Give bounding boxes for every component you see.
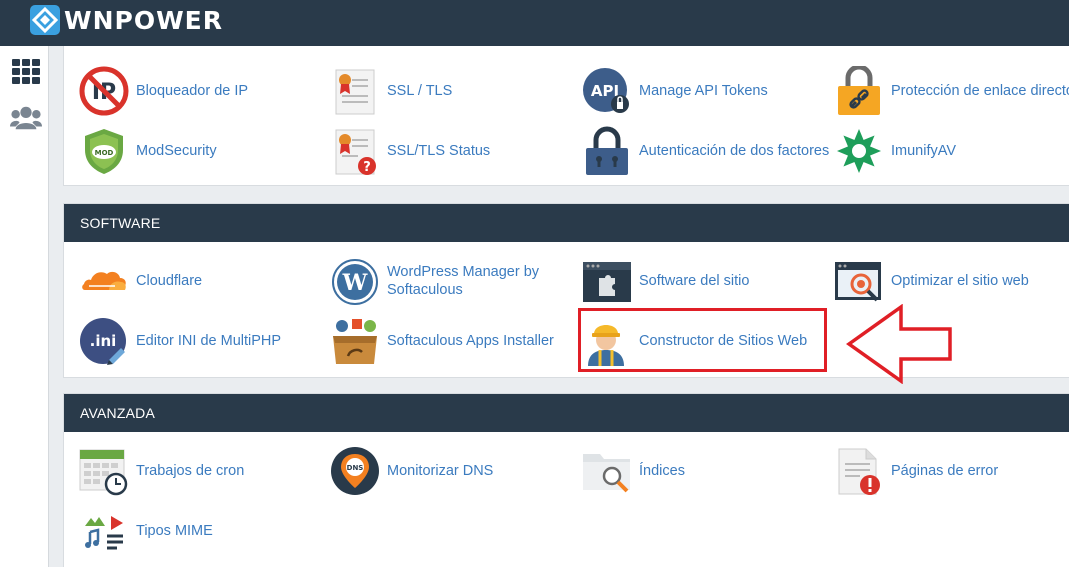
ip-blocker-label: Bloqueador de IP [136,83,249,99]
hotlink-protection-label: Protección de enlace directo [891,83,1069,99]
ip-blocker-icon: IP [79,66,129,116]
ip-blocker-link[interactable]: IP Bloqueador de IP [79,66,248,116]
site-software-link[interactable]: Software del sitio [582,256,749,306]
multiphp-ini-editor-label: Editor INI de MultiPHP [136,333,282,349]
optimize-gear-icon [834,256,884,306]
svg-text:MOD: MOD [95,149,114,157]
mime-types-link[interactable]: Tipos MIME [79,506,213,556]
ssl-tls-link[interactable]: SSL / TLS [330,66,452,116]
imunifyav-label: ImunifyAV [891,143,957,159]
modsecurity-link[interactable]: MOD ModSecurity [79,126,217,176]
users-icon[interactable] [10,102,42,134]
modsecurity-shield-icon: MOD [79,126,129,176]
brand-logo[interactable]: WNPOWER [30,5,223,35]
svg-text:W: W [342,270,368,296]
error-pages-link[interactable]: Páginas de error [834,446,998,496]
mime-types-icon [79,506,129,556]
hotlink-protection-link[interactable]: Protección de enlace directo [834,66,1069,116]
modsecurity-label: ModSecurity [136,143,217,159]
error-page-icon [834,446,884,496]
softaculous-apps-link[interactable]: Softaculous Apps Installer [330,316,554,366]
wordpress-icon: W [330,256,380,306]
sidebar [0,46,49,567]
dns-monitor-link[interactable]: DNS Monitorizar DNS [330,446,493,496]
indexes-label: Índices [639,463,685,479]
imunifyav-link[interactable]: ImunifyAV [834,126,956,176]
ssl-status-icon: ? [330,126,380,176]
site-software-label: Software del sitio [639,273,750,289]
cloudflare-link[interactable]: Cloudflare [79,256,202,306]
optimize-website-link[interactable]: Optimizar el sitio web [834,256,1029,306]
optimize-website-label: Optimizar el sitio web [891,273,1029,289]
highlight-box [578,308,827,372]
two-factor-auth-label: Autenticación de dos factores [639,143,830,159]
brand-logo-icon [30,5,60,35]
padlock-icon [582,126,632,176]
software-panel-title: SOFTWARE [64,204,1069,242]
api-key-icon: API [582,66,632,116]
top-bar: WNPOWER [0,0,1069,46]
cloudflare-icon [79,256,129,306]
svg-text:DNS: DNS [347,464,364,472]
folder-search-icon [582,446,632,496]
ssl-tls-status-link[interactable]: ? SSL/TLS Status [330,126,490,176]
dns-pin-icon: DNS [330,446,380,496]
dns-monitor-label: Monitorizar DNS [387,463,494,479]
svg-text:?: ? [363,160,371,175]
ssl-certificate-icon [330,66,380,116]
hotlink-lock-icon [834,66,884,116]
calendar-clock-icon [79,446,129,496]
softaculous-box-icon [330,316,380,366]
softaculous-apps-label: Softaculous Apps Installer [387,333,554,349]
mime-types-label: Tipos MIME [136,523,213,539]
pointer-arrow-icon [845,303,956,389]
svg-text:.ini: .ini [90,332,117,350]
puzzle-window-icon [582,256,632,306]
imunify-icon [834,126,884,176]
brand-name: WNPOWER [64,5,223,35]
cron-jobs-label: Trabajos de cron [136,463,245,479]
indexes-link[interactable]: Índices [582,446,685,496]
cron-jobs-link[interactable]: Trabajos de cron [79,446,244,496]
ssl-tls-label: SSL / TLS [387,83,453,99]
manage-api-tokens-label: Manage API Tokens [639,83,768,99]
grid-icon[interactable] [10,56,42,88]
ssl-tls-status-label: SSL/TLS Status [387,143,491,159]
wordpress-manager-link[interactable]: W WordPress Manager by Softaculous [330,256,552,306]
cloudflare-label: Cloudflare [136,273,203,289]
manage-api-tokens-link[interactable]: API Manage API Tokens [582,66,768,116]
multiphp-ini-editor-link[interactable]: .ini Editor INI de MultiPHP [79,316,281,366]
ini-editor-icon: .ini [79,316,129,366]
two-factor-auth-link[interactable]: Autenticación de dos factores [582,126,829,176]
advanced-panel-title: AVANZADA [64,394,1069,432]
error-pages-label: Páginas de error [891,463,999,479]
wordpress-manager-label: WordPress Manager by Softaculous [387,264,540,298]
